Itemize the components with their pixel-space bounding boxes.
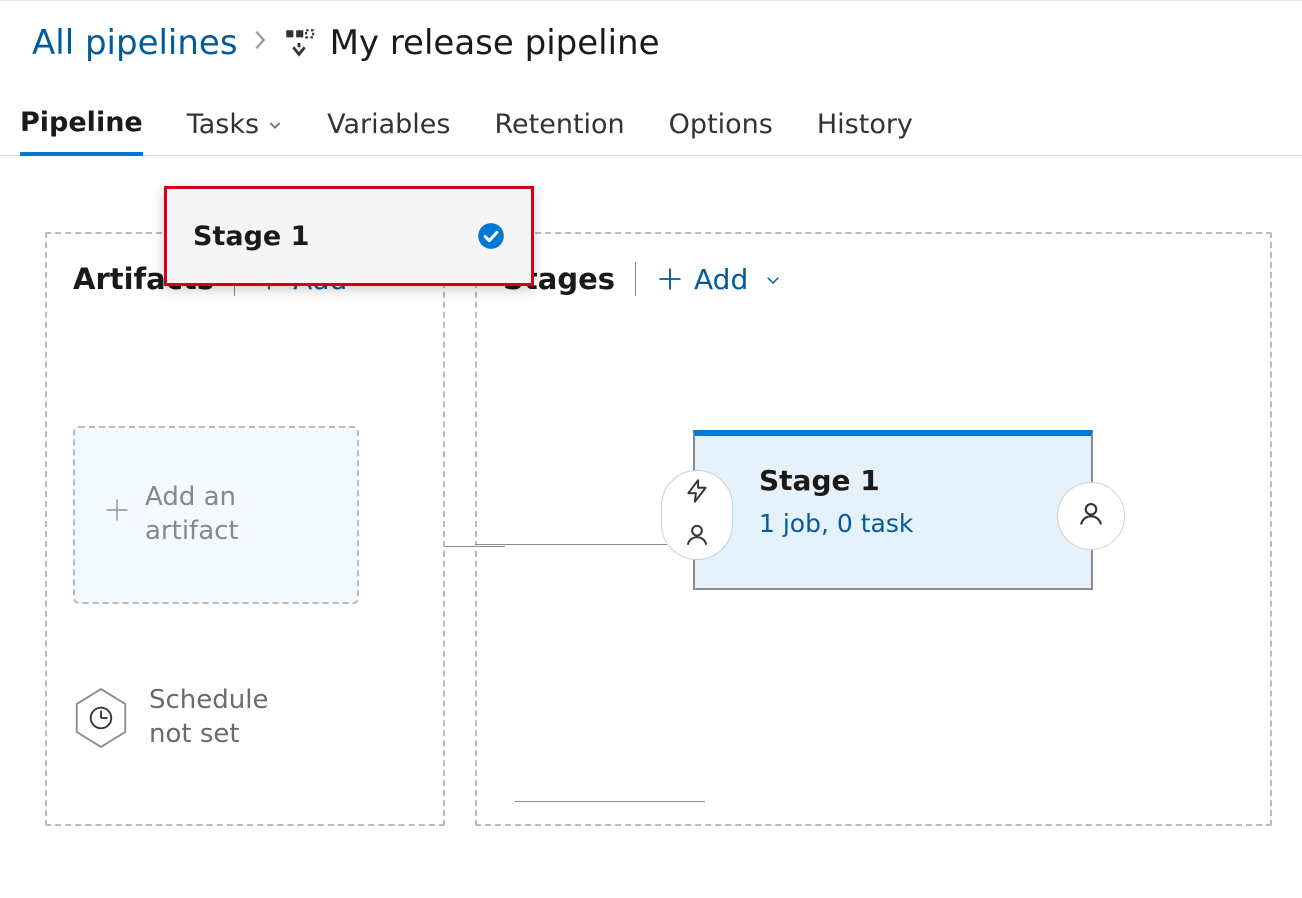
person-icon — [1077, 500, 1105, 532]
tab-retention[interactable]: Retention — [494, 107, 624, 155]
schedule-hex-icon — [73, 687, 129, 749]
stages-panel: Stages Add — [475, 232, 1272, 826]
tab-history[interactable]: History — [817, 107, 913, 155]
post-deployment-badge[interactable] — [1057, 482, 1125, 550]
header-separator — [635, 262, 636, 296]
stage-card[interactable]: Stage 1 1 job, 0 task — [693, 430, 1093, 590]
tab-options[interactable]: Options — [669, 107, 773, 155]
stage-name: Stage 1 — [759, 464, 1061, 497]
add-stage-label: Add — [694, 263, 748, 296]
lightning-icon — [684, 478, 710, 508]
pipeline-icon — [282, 26, 316, 60]
connector-line — [475, 544, 667, 545]
tab-bar: Pipeline Tasks Variables Retention Optio… — [0, 63, 1302, 156]
stage-tasks-link[interactable]: 1 job, 0 task — [759, 509, 1061, 538]
schedule-text: Schedule not set — [149, 684, 289, 752]
add-artifact-text: Add an artifact — [145, 481, 305, 549]
chevron-down-icon — [764, 263, 782, 296]
tab-tasks[interactable]: Tasks — [187, 107, 283, 155]
breadcrumb-root-link[interactable]: All pipelines — [32, 23, 238, 63]
page-title: My release pipeline — [330, 23, 660, 63]
tab-variables[interactable]: Variables — [327, 107, 450, 155]
tasks-dropdown-panel[interactable]: Stage 1 — [164, 186, 534, 286]
pre-deployment-badge[interactable] — [661, 470, 733, 560]
chevron-down-icon — [267, 109, 283, 140]
tab-pipeline[interactable]: Pipeline — [20, 107, 143, 156]
checkmark-badge-icon — [477, 222, 505, 250]
schedule-row[interactable]: Schedule not set — [73, 684, 417, 752]
add-stage-link[interactable]: Add — [656, 263, 782, 296]
add-artifact-card[interactable]: Add an artifact — [73, 426, 359, 604]
person-icon — [684, 522, 710, 552]
plus-icon — [103, 496, 131, 534]
artifacts-panel: Artifacts Add Add an artifact — [45, 232, 445, 826]
chevron-right-icon — [252, 29, 268, 57]
tasks-dropdown-selected: Stage 1 — [193, 221, 309, 252]
breadcrumb: All pipelines My release pipeline — [0, 1, 1302, 63]
tab-tasks-label: Tasks — [187, 109, 259, 140]
